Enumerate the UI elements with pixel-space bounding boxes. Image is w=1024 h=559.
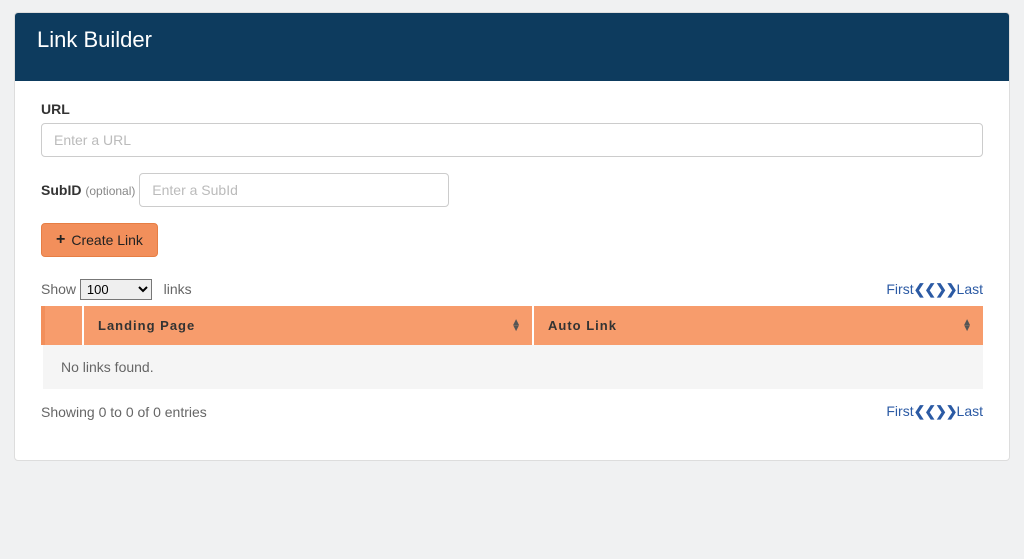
column-landing-page[interactable]: Landing Page ▲▼ bbox=[83, 306, 533, 345]
subid-input[interactable] bbox=[139, 173, 449, 207]
subid-optional: (optional) bbox=[85, 184, 135, 198]
subid-label-text: SubID bbox=[41, 182, 81, 198]
pager-first[interactable]: First bbox=[886, 403, 913, 419]
create-link-button[interactable]: + Create Link bbox=[41, 223, 158, 257]
show-suffix: links bbox=[164, 281, 192, 297]
table-row: No links found. bbox=[43, 345, 983, 389]
column-spacer bbox=[43, 306, 83, 345]
url-input[interactable] bbox=[41, 123, 983, 157]
show-prefix: Show bbox=[41, 281, 76, 297]
links-table: Landing Page ▲▼ Auto Link ▲▼ No l bbox=[41, 306, 983, 389]
subid-label: SubID (optional) bbox=[41, 182, 135, 198]
pager-top: First❮❮❯❯Last bbox=[886, 281, 983, 298]
sort-icon[interactable]: ▲▼ bbox=[962, 320, 973, 332]
pager-next-icon[interactable]: ❯❯ bbox=[935, 281, 956, 297]
horizontal-scrollbar[interactable] bbox=[41, 430, 983, 446]
link-builder-panel: Link Builder URL SubID (optional) + Crea… bbox=[14, 12, 1010, 461]
pager-first[interactable]: First bbox=[886, 281, 913, 297]
empty-message: No links found. bbox=[43, 345, 983, 389]
panel-title: Link Builder bbox=[37, 27, 152, 52]
pager-last[interactable]: Last bbox=[957, 281, 983, 297]
column-landing-page-label: Landing Page bbox=[98, 318, 195, 333]
pager-last[interactable]: Last bbox=[957, 403, 983, 419]
panel-header: Link Builder bbox=[15, 13, 1009, 81]
pager-bottom: First❮❮❯❯Last bbox=[886, 403, 983, 420]
table-info: Showing 0 to 0 of 0 entries bbox=[41, 404, 207, 420]
sort-icon[interactable]: ▲▼ bbox=[511, 320, 522, 332]
table-footer: Showing 0 to 0 of 0 entries First❮❮❯❯Las… bbox=[41, 403, 983, 420]
table-controls-top: Show 100 links First❮❮❯❯Last bbox=[41, 279, 983, 300]
column-auto-link[interactable]: Auto Link ▲▼ bbox=[533, 306, 983, 345]
plus-icon: + bbox=[56, 232, 65, 248]
pager-prev-icon[interactable]: ❮❮ bbox=[914, 403, 935, 419]
page-length-select[interactable]: 100 bbox=[80, 279, 152, 300]
url-label: URL bbox=[41, 101, 70, 117]
create-link-label: Create Link bbox=[71, 232, 143, 248]
subid-form-group: SubID (optional) bbox=[41, 173, 983, 207]
table-length-control: Show 100 links bbox=[41, 279, 192, 300]
url-form-group: URL bbox=[41, 101, 983, 157]
pager-next-icon[interactable]: ❯❯ bbox=[935, 403, 956, 419]
panel-body: URL SubID (optional) + Create Link Show … bbox=[15, 81, 1009, 460]
pager-prev-icon[interactable]: ❮❮ bbox=[914, 281, 935, 297]
column-auto-link-label: Auto Link bbox=[548, 318, 617, 333]
